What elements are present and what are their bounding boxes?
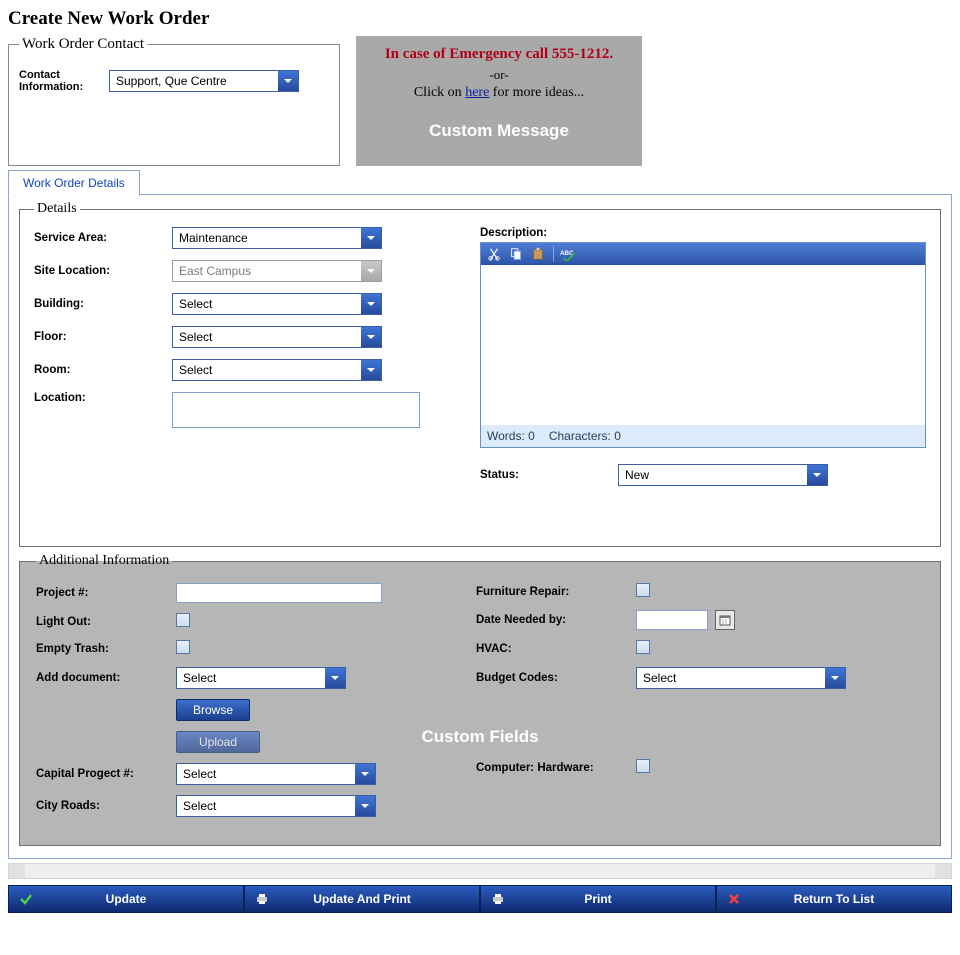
chevron-down-icon (361, 327, 381, 347)
chevron-down-icon (807, 465, 827, 485)
city-roads-label: City Roads: (36, 800, 176, 812)
additional-legend: Additional Information (36, 553, 172, 569)
tab-work-order-details[interactable]: Work Order Details (8, 170, 140, 196)
description-editor: ABC Words: 0 Characters: 0 (480, 242, 926, 448)
contact-info-value: Support, Que Centre (110, 71, 278, 91)
calendar-icon[interactable] (715, 610, 735, 630)
printer-icon (255, 892, 269, 906)
details-group: Details Service Area: Maintenance Site (19, 201, 941, 547)
page-title: Create New Work Order (8, 8, 952, 30)
or-text: -or- (368, 67, 630, 83)
additional-info-group: Additional Information Custom Fields Pro… (19, 553, 941, 846)
here-link[interactable]: here (465, 85, 489, 100)
tab-panel: Details Service Area: Maintenance Site (8, 194, 952, 859)
empty-trash-checkbox[interactable] (176, 640, 190, 654)
check-icon (19, 892, 33, 906)
capital-project-label: Capital Progect #: (36, 768, 176, 780)
chevron-down-icon (361, 360, 381, 380)
more-ideas-text: Click on here for more ideas... (368, 85, 630, 101)
chevron-down-icon (361, 294, 381, 314)
add-document-select[interactable]: Select (176, 667, 346, 689)
chevron-down-icon (355, 764, 375, 784)
editor-status: Words: 0 Characters: 0 (481, 425, 925, 447)
description-label: Description: (480, 227, 926, 239)
hvac-checkbox[interactable] (636, 640, 650, 654)
contact-info-select[interactable]: Support, Que Centre (109, 70, 299, 92)
service-area-select[interactable]: Maintenance (172, 227, 382, 249)
print-button[interactable]: Print (481, 886, 717, 912)
description-textarea[interactable] (481, 265, 925, 425)
computer-hardware-label: Computer: Hardware: (476, 762, 636, 774)
browse-button[interactable]: Browse (176, 699, 250, 721)
light-out-checkbox[interactable] (176, 613, 190, 627)
update-and-print-button[interactable]: Update And Print (245, 886, 481, 912)
details-legend: Details (34, 201, 80, 217)
work-order-contact-group: Work Order Contact Contact Information: … (8, 36, 340, 166)
budget-codes-select[interactable]: Select (636, 667, 846, 689)
upload-button[interactable]: Upload (176, 731, 260, 753)
hvac-label: HVAC: (476, 643, 636, 655)
chevron-down-icon (355, 796, 375, 816)
spellcheck-icon[interactable]: ABC (560, 246, 578, 262)
room-label: Room: (34, 364, 172, 376)
custom-message-caption: Custom Message (368, 121, 630, 141)
chevron-down-icon (325, 668, 345, 688)
chevron-down-icon (361, 261, 381, 281)
return-to-list-button[interactable]: Return To List (717, 886, 951, 912)
service-area-label: Service Area: (34, 232, 172, 244)
action-bar: Update Update And Print Print Return To … (8, 885, 952, 913)
update-button[interactable]: Update (9, 886, 245, 912)
light-out-label: Light Out: (36, 616, 176, 628)
editor-toolbar: ABC (481, 243, 925, 265)
room-select[interactable]: Select (172, 359, 382, 381)
capital-project-select[interactable]: Select (176, 763, 376, 785)
status-select[interactable]: New (618, 464, 828, 486)
horizontal-scrollbar[interactable] (8, 863, 952, 879)
status-label: Status: (480, 469, 618, 481)
furniture-repair-checkbox[interactable] (636, 583, 650, 597)
empty-trash-label: Empty Trash: (36, 643, 176, 655)
add-document-label: Add document: (36, 672, 176, 684)
cut-icon[interactable] (485, 246, 503, 262)
date-needed-label: Date Needed by: (476, 614, 636, 626)
project-number-label: Project #: (36, 587, 176, 599)
computer-hardware-checkbox[interactable] (636, 759, 650, 773)
printer-icon (491, 892, 505, 906)
location-label: Location: (34, 392, 172, 404)
building-select[interactable]: Select (172, 293, 382, 315)
project-number-input[interactable] (176, 583, 382, 603)
contact-legend: Work Order Contact (19, 36, 147, 53)
building-label: Building: (34, 298, 172, 310)
furniture-repair-label: Furniture Repair: (476, 586, 636, 598)
chevron-down-icon (361, 228, 381, 248)
floor-select[interactable]: Select (172, 326, 382, 348)
custom-message-panel: In case of Emergency call 555-1212. -or-… (356, 36, 642, 166)
chevron-down-icon (825, 668, 845, 688)
emergency-text: In case of Emergency call 555-1212. (368, 46, 630, 63)
date-needed-input[interactable] (636, 610, 708, 630)
floor-label: Floor: (34, 331, 172, 343)
contact-info-label: Contact Information: (19, 69, 99, 93)
close-icon (727, 892, 741, 906)
copy-icon[interactable] (507, 246, 525, 262)
city-roads-select[interactable]: Select (176, 795, 376, 817)
paste-icon[interactable] (529, 246, 547, 262)
site-location-label: Site Location: (34, 265, 172, 277)
site-location-select[interactable]: East Campus (172, 260, 382, 282)
chevron-down-icon (278, 71, 298, 91)
budget-codes-label: Budget Codes: (476, 672, 636, 684)
location-input[interactable] (172, 392, 420, 428)
